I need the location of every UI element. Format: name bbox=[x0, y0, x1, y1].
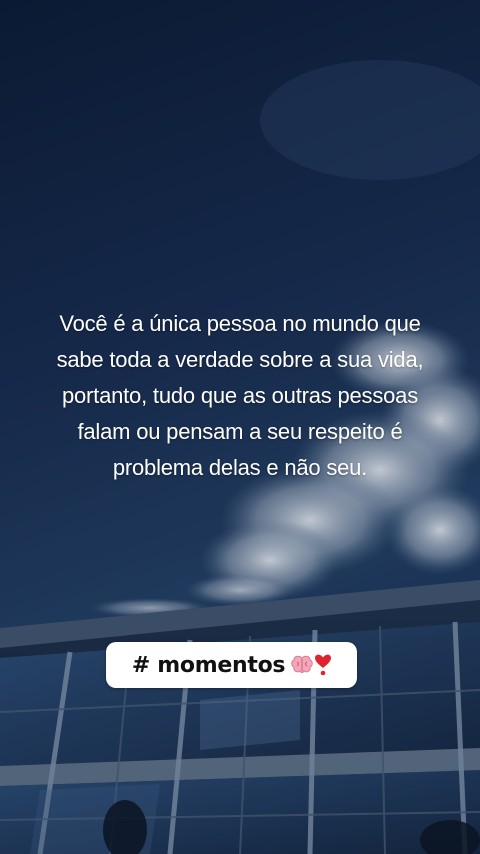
quote-text: Você é a única pessoa no mundo que sabe … bbox=[30, 306, 450, 486]
quote-line: portanto, tudo que as outras pessoas bbox=[61, 383, 419, 408]
quote-line: Você é a única pessoa no mundo que bbox=[59, 311, 421, 336]
quote-line: problema delas e não seu. bbox=[112, 455, 368, 480]
story-canvas: Você é a única pessoa no mundo que sabe … bbox=[0, 0, 480, 854]
hashtag-emojis bbox=[291, 654, 332, 676]
hashtag-sticker[interactable]: # momentos bbox=[106, 642, 357, 688]
quote-line: sabe toda a verdade sobre a sua vida, bbox=[56, 347, 424, 372]
hashtag-text: # momentos bbox=[131, 652, 286, 678]
heart-exclamation-icon bbox=[315, 654, 332, 676]
quote-line: falam ou pensam a seu respeito é bbox=[77, 419, 403, 444]
brain-icon bbox=[291, 655, 313, 673]
